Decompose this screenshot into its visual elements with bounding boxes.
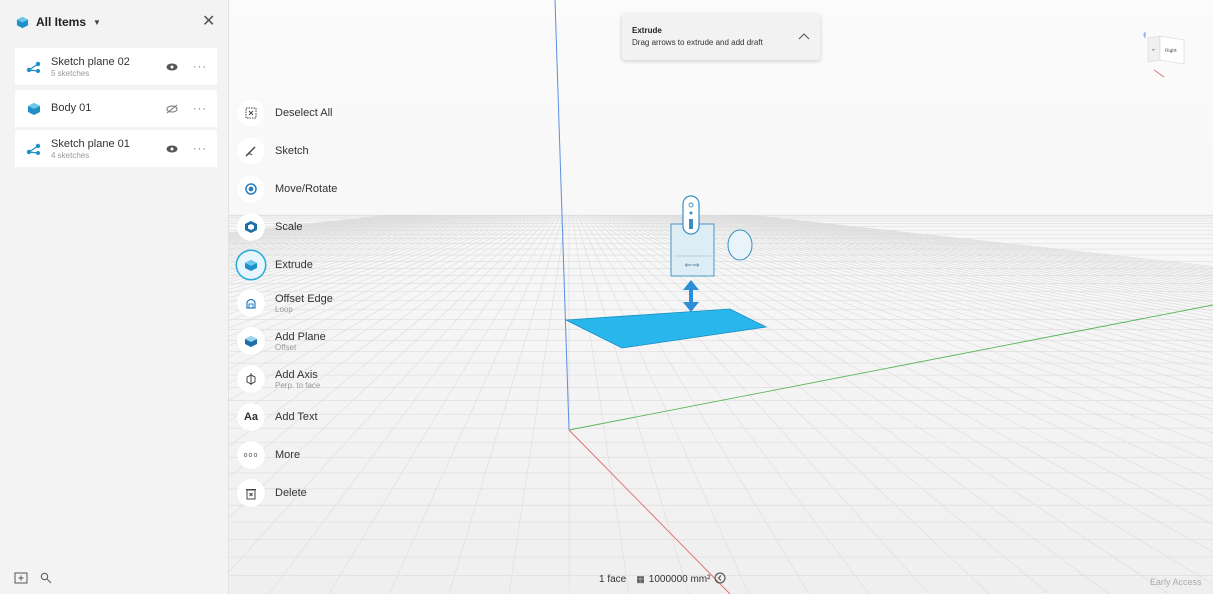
tool-label: Offset Edge — [275, 292, 333, 305]
item-sub: 4 sketches — [51, 150, 90, 160]
text-icon-glyph: Aa — [243, 411, 259, 423]
more-options-button[interactable]: ··· — [193, 103, 207, 115]
tool-label: Sketch — [275, 145, 309, 157]
more-icon-glyph: ooo — [243, 451, 259, 459]
tool-extrude[interactable]: Extrude — [237, 251, 313, 279]
tool-scale[interactable]: Scale — [237, 213, 303, 241]
item-name: Sketch plane 02 — [51, 55, 130, 68]
more-options-button[interactable]: ··· — [193, 143, 207, 155]
tool-deselect-all[interactable]: Deselect All — [237, 99, 332, 127]
chevron-up-icon[interactable] — [798, 27, 810, 45]
area-value: 1000000 mm² — [648, 574, 711, 585]
deselect-icon — [237, 99, 265, 127]
pencil-icon — [237, 137, 265, 165]
list-item-sketch-plane-01[interactable]: Sketch plane 01 4 sketches ··· — [15, 130, 217, 167]
tool-add-axis[interactable]: Add Axis Perp. to face — [237, 365, 320, 393]
move-rotate-icon — [237, 175, 265, 203]
text-icon: Aa — [237, 403, 265, 431]
tool-label: Extrude — [275, 259, 313, 271]
tool-add-plane[interactable]: Add Plane Offset — [237, 327, 326, 355]
face-count: 1 face — [599, 574, 627, 585]
more-icon: ooo — [237, 441, 265, 469]
sketch-plane-icon — [25, 58, 43, 76]
eye-icon[interactable] — [165, 63, 179, 71]
tool-sub: Perp. to face — [275, 380, 321, 390]
tool-label: Add Axis — [275, 368, 318, 381]
eye-off-icon[interactable] — [165, 104, 179, 114]
tool-sub: Offset — [275, 342, 297, 352]
all-items-dropdown[interactable]: All Items ▼ — [16, 15, 101, 29]
tool-offset-edge[interactable]: Offset Edge Loop — [237, 289, 333, 317]
tooltip-description: Drag arrows to extrude and add draft — [632, 38, 763, 47]
item-name: Body 01 — [51, 102, 92, 114]
add-folder-icon[interactable] — [14, 571, 28, 589]
tool-more[interactable]: ooo More — [237, 441, 300, 469]
list-item-sketch-plane-02[interactable]: Sketch plane 02 5 sketches ··· — [15, 48, 217, 85]
add-axis-icon — [237, 365, 265, 393]
scale-icon — [237, 213, 265, 241]
list-item-body-01[interactable]: Body 01 ··· — [15, 90, 217, 127]
close-icon[interactable]: ✕ — [202, 14, 215, 30]
extrude-tooltip: Extrude Drag arrows to extrude and add d… — [622, 14, 820, 60]
offset-edge-icon — [237, 289, 265, 317]
tool-label: More — [275, 449, 301, 461]
svg-text:z: z — [1143, 32, 1146, 38]
sketch-plane-icon — [25, 140, 43, 158]
tool-label: Deselect All — [275, 107, 333, 119]
zoom-fit-icon[interactable] — [714, 572, 726, 587]
tooltip-title: Extrude — [632, 26, 662, 35]
status-bar: 1 face ▦ 1000000 mm² — [599, 572, 726, 587]
view-cube[interactable]: z Right ⇤ — [1140, 30, 1190, 85]
tool-sub: Loop — [275, 304, 293, 314]
items-panel: All Items ▼ ✕ Sketch plane 02 5 sketches… — [0, 0, 229, 594]
body-cube-icon — [25, 100, 43, 118]
tool-label: Scale — [275, 221, 303, 233]
eye-icon[interactable] — [165, 145, 179, 153]
draft-angle-handle — [727, 229, 753, 261]
svg-text:⇐⇒: ⇐⇒ — [684, 261, 700, 271]
cube-icon — [16, 16, 29, 28]
tool-add-text[interactable]: Aa Add Text — [237, 403, 318, 431]
item-sub: 5 sketches — [51, 68, 90, 78]
area-icon: ▦ — [636, 574, 645, 584]
tool-sketch[interactable]: Sketch — [237, 137, 309, 165]
view-cube-face-label: Right — [1165, 48, 1177, 54]
chevron-down-icon: ▼ — [93, 17, 101, 27]
item-name: Sketch plane 01 — [51, 137, 130, 150]
extrude-icon — [237, 251, 265, 279]
tool-label: Add Text — [275, 411, 318, 423]
tool-label: Move/Rotate — [275, 183, 338, 195]
add-plane-icon — [237, 327, 265, 355]
delete-icon — [237, 479, 265, 507]
tool-label: Add Plane — [275, 330, 326, 343]
all-items-label: All Items — [36, 15, 87, 29]
early-access-label: Early Access — [1150, 577, 1202, 587]
more-options-button[interactable]: ··· — [193, 61, 207, 73]
tool-move-rotate[interactable]: Move/Rotate — [237, 175, 337, 203]
tool-delete[interactable]: Delete — [237, 479, 307, 507]
search-icon[interactable] — [40, 571, 52, 589]
tool-label: Delete — [275, 487, 307, 499]
